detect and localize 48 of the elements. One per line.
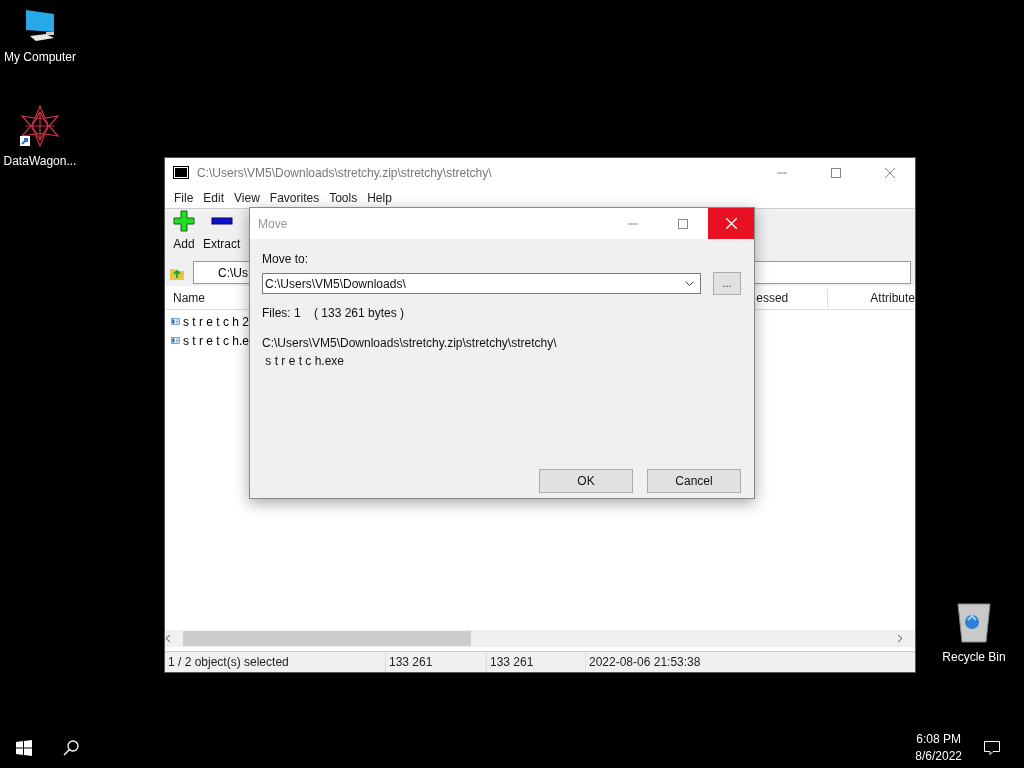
menu-item[interactable]: Favorites <box>264 188 325 207</box>
app-logo-icon <box>173 166 189 179</box>
dropdown-caret-icon[interactable] <box>685 280 694 287</box>
column-header[interactable]: essed <box>756 288 798 307</box>
plus-icon <box>173 210 195 232</box>
menu-item[interactable]: Edit <box>198 188 230 207</box>
column-header[interactable]: Name <box>165 288 223 307</box>
clock[interactable]: 6:08 PM 8/6/2022 <box>915 731 962 765</box>
toolbar-button[interactable]: Add <box>173 210 195 253</box>
menu-item[interactable]: Help <box>362 188 397 207</box>
source-path-text: C:\Users\VM5\Downloads\stretchy.zip\stretchy\stretchy\ <box>262 335 558 352</box>
maximize-icon[interactable] <box>831 167 841 178</box>
recycle-bin-icon <box>954 600 994 644</box>
file-row[interactable]: s t r e t c h 2 <box>171 312 249 331</box>
menu-item[interactable]: View <box>229 188 265 207</box>
search-icon[interactable] <box>63 740 79 756</box>
status-text: 133 261 <box>385 652 486 672</box>
star-pattern-icon <box>18 104 62 148</box>
icon-label[interactable]: My Computer <box>4 48 76 66</box>
dialog-button[interactable]: Cancel <box>647 469 741 493</box>
file-icon <box>171 316 180 327</box>
windows-start-icon[interactable] <box>16 740 32 756</box>
status-text: 2022-08-06 21:53:38 <box>585 652 785 672</box>
close-button[interactable] <box>708 208 754 239</box>
file-row[interactable]: s t r e t c h.e <box>171 331 249 350</box>
status-text: 1 / 2 object(s) selected <box>167 654 290 671</box>
close-icon[interactable] <box>885 167 895 178</box>
dialog-title: Move <box>258 215 289 233</box>
icon-label[interactable]: DataWagon... <box>3 152 77 170</box>
column-header[interactable]: Attribute <box>827 288 915 307</box>
window-title: C:\Users\VM5\Downloads\stretchy.zip\stretchy\stretchy\ <box>197 164 493 182</box>
file-name-text: s t r e t c h.exe <box>264 353 346 370</box>
menu-item[interactable]: Tools <box>324 188 363 207</box>
scrollbar-thumb[interactable] <box>183 631 471 646</box>
menu-item[interactable]: File <box>169 188 199 207</box>
file-icon <box>171 335 180 346</box>
status-text: 133 261 <box>486 652 585 672</box>
browse-button[interactable]: ... <box>713 272 741 295</box>
maximize-icon[interactable] <box>678 218 688 229</box>
notification-icon[interactable] <box>984 740 1000 756</box>
toolbar-button[interactable]: Extract <box>203 210 241 253</box>
files-info-text: Files: 1 ( 133 261 bytes ) <box>262 305 406 322</box>
icon-label[interactable]: Recycle Bin <box>942 648 1006 666</box>
horizontal-scrollbar[interactable] <box>165 630 915 647</box>
field-label: Move to: <box>262 251 310 268</box>
path-combobox[interactable]: C:\Users\VM5\Downloads\ <box>262 273 701 294</box>
dialog-button[interactable]: OK <box>539 469 633 493</box>
close-icon <box>725 218 737 229</box>
